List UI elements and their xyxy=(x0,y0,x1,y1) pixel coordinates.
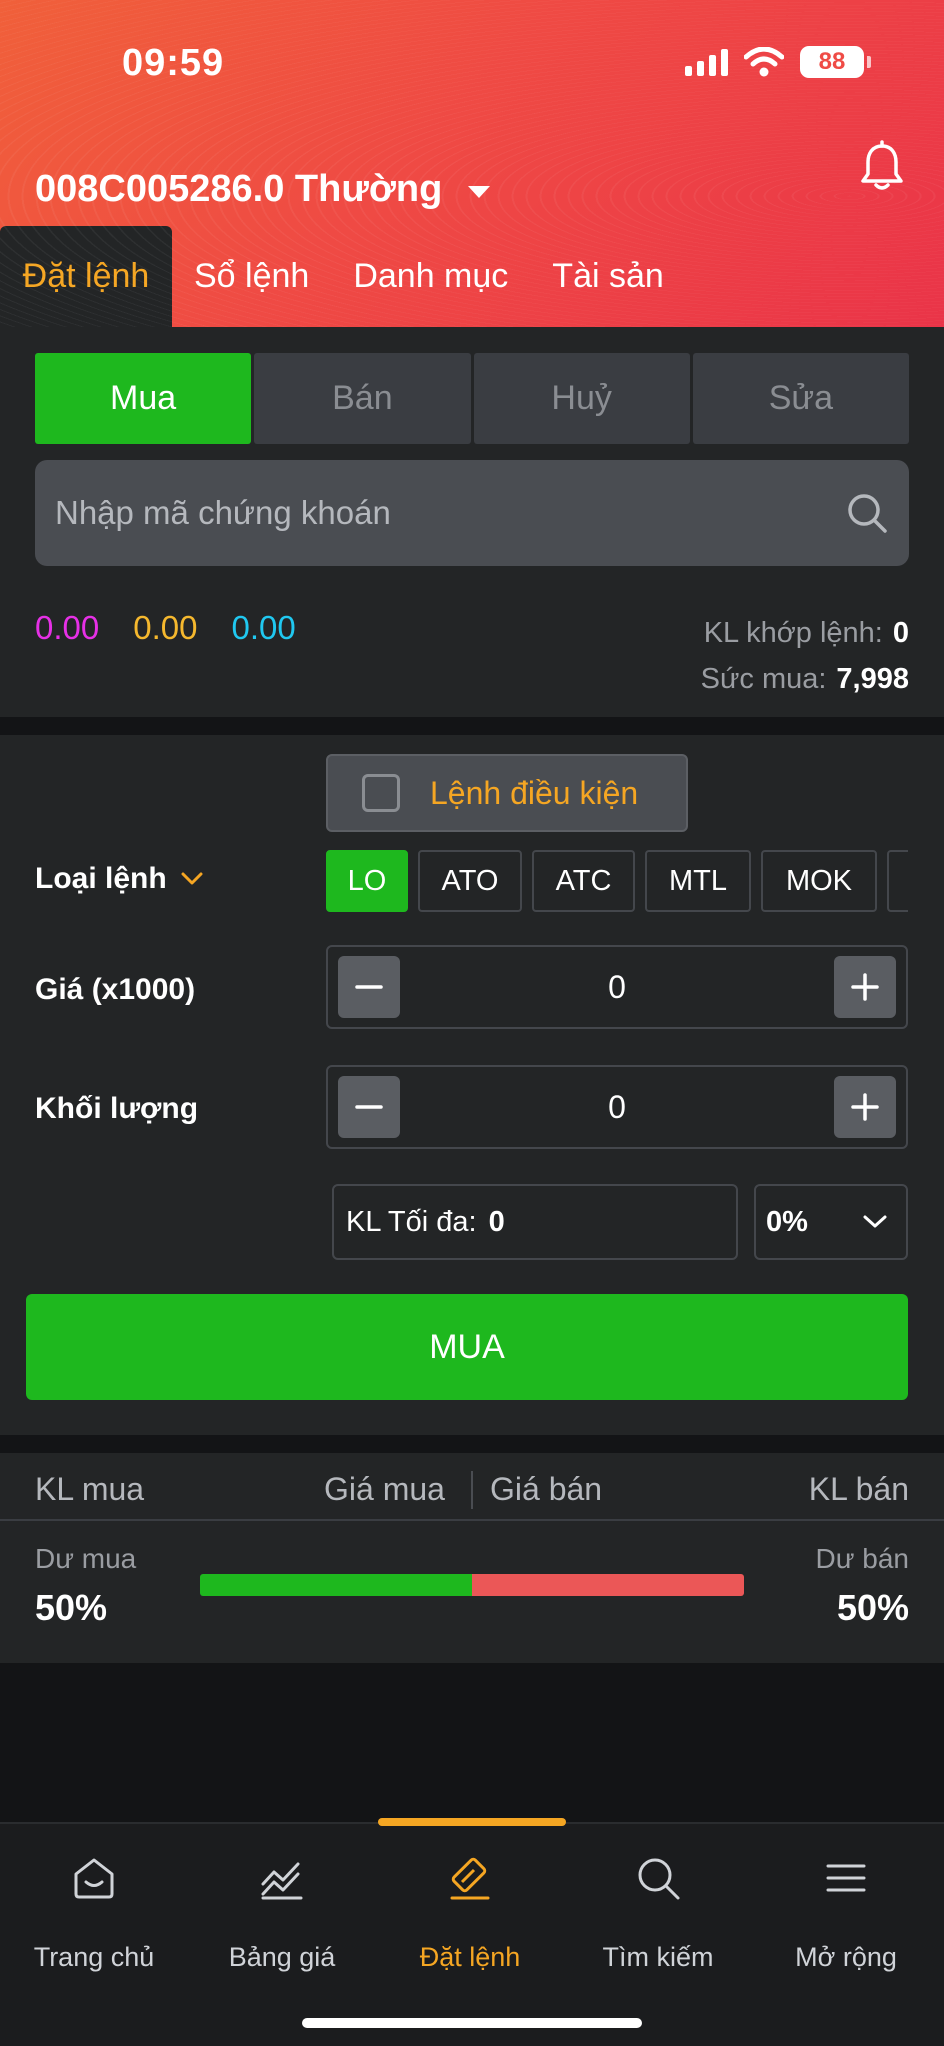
price-decrease-button[interactable] xyxy=(338,956,400,1018)
header-divider xyxy=(471,1471,473,1509)
plus-icon xyxy=(851,973,879,1001)
max-volume-field[interactable]: KL Tối đa: 0 xyxy=(332,1184,738,1260)
cancel-tab[interactable]: Huỷ xyxy=(473,353,690,444)
nav-place-order-label: Đặt lệnh xyxy=(419,1942,521,1972)
minus-icon xyxy=(355,1105,383,1109)
order-book-panel: KL mua Giá mua Giá bán KL bán Dư mua 50%… xyxy=(0,1453,944,1663)
nav-search-label: Tìm kiếm xyxy=(602,1942,714,1972)
price-label: Giá (x1000) xyxy=(35,973,196,1006)
chevron-down-icon xyxy=(468,185,491,198)
tab-order-book[interactable]: Sổ lệnh xyxy=(172,226,331,327)
order-icon xyxy=(450,1857,490,1900)
edit-tab[interactable]: Sửa xyxy=(692,353,909,444)
nav-search[interactable]: Tìm kiếm xyxy=(564,1824,752,1994)
surplus-sell-bar xyxy=(472,1574,744,1596)
price-stepper: 0 xyxy=(326,945,908,1029)
reference-price: 0.00 xyxy=(133,609,198,646)
sell-volume-header: KL bán xyxy=(808,1471,909,1507)
nav-price-board-label: Bảng giá xyxy=(228,1942,336,1972)
search-placeholder: Nhập mã chứng khoán xyxy=(55,494,391,531)
order-type-ato[interactable]: ATO xyxy=(418,850,522,912)
volume-input[interactable]: 0 xyxy=(608,1089,626,1126)
surplus-buy-bar xyxy=(200,1574,472,1596)
order-type-more[interactable] xyxy=(887,850,908,912)
order-form-panel: Lệnh điều kiện Loại lệnh LO ATO ATC MTL … xyxy=(0,735,944,1435)
ceiling-price: 0.00 xyxy=(35,609,100,646)
order-header-panel: Mua Bán Huỷ Sửa Nhập mã chứng khoán 0.00… xyxy=(0,327,944,717)
bell-icon[interactable] xyxy=(858,140,906,192)
sell-tab[interactable]: Bán xyxy=(254,353,471,444)
checkbox-icon[interactable] xyxy=(362,774,400,812)
top-tabs: Đặt lệnh Sổ lệnh Danh mục Tài sản xyxy=(0,226,686,327)
volume-stepper: 0 xyxy=(326,1065,908,1149)
max-volume-label: KL Tối đa: xyxy=(346,1205,477,1238)
max-volume-value: 0 xyxy=(488,1205,505,1238)
order-type-mtl[interactable]: MTL xyxy=(645,850,751,912)
surplus-ratio-bar xyxy=(200,1574,744,1596)
search-icon xyxy=(638,1858,680,1900)
status-time: 09:59 xyxy=(122,42,225,84)
nav-more[interactable]: Mở rộng xyxy=(752,1824,940,1994)
chart-icon xyxy=(261,1862,303,1900)
surplus-sell-label: Dư bán xyxy=(815,1543,909,1574)
volume-label: Khối lượng xyxy=(35,1092,199,1125)
order-book-header: KL mua Giá mua Giá bán KL bán xyxy=(0,1453,944,1521)
account-selector[interactable]: 008C005286.0 Thường xyxy=(35,168,491,211)
volume-decrease-button[interactable] xyxy=(338,1076,400,1138)
tab-portfolio[interactable]: Danh mục xyxy=(331,226,530,327)
surplus-sell-value: 50% xyxy=(836,1587,909,1628)
nav-home-label: Trang chủ xyxy=(33,1942,155,1972)
account-label: 008C005286.0 Thường xyxy=(35,168,443,210)
percent-value: 0% xyxy=(766,1205,808,1238)
price-input[interactable]: 0 xyxy=(608,969,626,1006)
wifi-icon xyxy=(744,47,784,77)
nav-price-board[interactable]: Bảng giá xyxy=(188,1824,376,1994)
volume-increase-button[interactable] xyxy=(833,1076,896,1138)
sell-price-header: Giá bán xyxy=(490,1471,603,1507)
surplus-buy-label: Dư mua xyxy=(35,1543,137,1574)
matched-volume: KL khớp lệnh: 0 xyxy=(703,617,909,649)
percent-select[interactable]: 0% xyxy=(754,1184,908,1260)
buy-price-header: Giá mua xyxy=(324,1471,445,1507)
nav-home[interactable]: Trang chủ xyxy=(0,1824,188,1994)
tab-assets[interactable]: Tài sản xyxy=(530,226,686,327)
nav-place-order[interactable]: Đặt lệnh xyxy=(376,1824,564,1994)
order-type-selector[interactable]: Loại lệnh xyxy=(35,862,203,896)
account-info: KL khớp lệnh: 0 Sức mua: 7,998 xyxy=(701,610,909,702)
price-increase-button[interactable] xyxy=(833,956,896,1018)
price-indicators: 0.00 0.00 0.00 xyxy=(35,609,296,647)
chevron-down-icon xyxy=(181,872,203,885)
symbol-search-input[interactable]: Nhập mã chứng khoán xyxy=(35,460,909,566)
buy-tab[interactable]: Mua xyxy=(35,353,252,444)
buy-volume-header: KL mua xyxy=(35,1471,145,1507)
status-icons: 88 xyxy=(685,46,871,78)
bottom-navigation: Trang chủ Bảng giá Đặt lệnh Tìm kiếm Mở xyxy=(0,1818,944,2046)
signal-icon xyxy=(685,48,728,76)
trade-side-segment: Mua Bán Huỷ Sửa xyxy=(35,353,909,444)
menu-icon xyxy=(826,1864,866,1892)
plus-icon xyxy=(851,1093,879,1121)
conditional-order-toggle[interactable]: Lệnh điều kiện xyxy=(326,754,688,832)
order-type-options: LO ATO ATC MTL MOK xyxy=(326,850,908,912)
chevron-down-icon xyxy=(863,1215,887,1228)
conditional-order-label: Lệnh điều kiện xyxy=(430,774,639,811)
floor-price: 0.00 xyxy=(231,609,296,646)
home-indicator xyxy=(302,2018,642,2028)
order-type-label: Loại lệnh xyxy=(35,862,167,895)
battery-icon: 88 xyxy=(800,46,871,78)
nav-more-label: Mở rộng xyxy=(795,1942,897,1972)
buying-power: Sức mua: 7,998 xyxy=(700,663,909,695)
header: 09:59 88 008C005286.0 Thường Đặt lệnh Sổ… xyxy=(0,0,944,327)
order-type-lo[interactable]: LO xyxy=(326,850,408,912)
submit-buy-button[interactable]: MUA xyxy=(26,1294,908,1400)
minus-icon xyxy=(355,985,383,989)
search-icon[interactable] xyxy=(845,491,889,535)
order-type-mok[interactable]: MOK xyxy=(761,850,877,912)
order-type-atc[interactable]: ATC xyxy=(532,850,635,912)
surplus-buy-value: 50% xyxy=(35,1587,108,1628)
home-icon xyxy=(74,1858,114,1899)
tab-place-order[interactable]: Đặt lệnh xyxy=(0,226,172,327)
